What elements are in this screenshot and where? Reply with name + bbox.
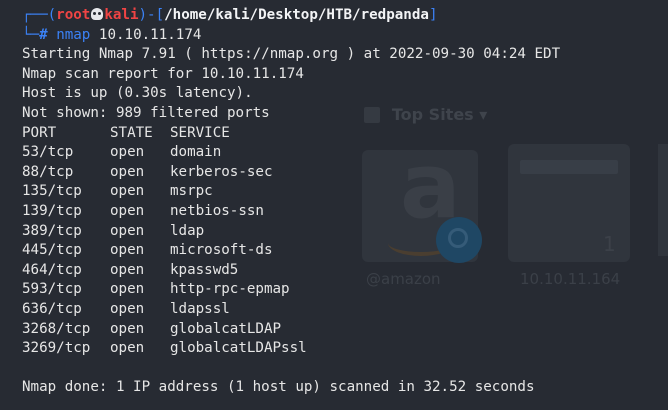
row-service: http-rpc-epmap: [170, 281, 290, 298]
command-argument: 10.10.11.174: [98, 26, 202, 43]
command-name: nmap: [56, 26, 91, 43]
row-service: kpasswd5: [170, 261, 239, 278]
row-port: 53/tcp: [22, 144, 74, 161]
row-state: open: [110, 242, 145, 259]
table-row: 135/tcp open msrpc: [22, 182, 668, 202]
row-state: open: [110, 202, 145, 219]
prompt-host: kali: [104, 7, 139, 23]
header-service: SERVICE: [170, 124, 230, 141]
row-state: open: [110, 300, 145, 317]
output-report: Nmap scan report for 10.10.11.174: [22, 65, 304, 82]
row-port: 593/tcp: [22, 281, 82, 298]
prompt-path: /home/kali/Desktop/HTB/redpanda: [164, 7, 429, 23]
row-service: netbios-ssn: [170, 202, 264, 219]
table-row: 389/tcp open ldap: [22, 222, 668, 242]
output-not-shown: Not shown: 989 filtered ports: [22, 104, 270, 121]
row-port: 3269/tcp: [22, 340, 91, 357]
output-host-up: Host is up (0.30s latency).: [22, 85, 253, 102]
row-port: 135/tcp: [22, 183, 82, 200]
output-done: Nmap done: 1 IP address (1 host up) scan…: [22, 379, 535, 396]
row-port: 636/tcp: [22, 300, 82, 317]
prompt-line-1: ┌──(root kali)-[/home/kali/Desktop/HTB/re…: [22, 7, 438, 23]
row-service: ldapssl: [170, 300, 230, 317]
row-port: 139/tcp: [22, 202, 82, 219]
row-state: open: [110, 222, 145, 239]
port-table: 53/tcp open domain 88/tcp open kerberos-sec 13…: [22, 143, 668, 359]
table-row: 3269/tcp open globalcatLDAPssl: [22, 339, 668, 359]
table-row: 445/tcp open microsoft-ds: [22, 241, 668, 261]
header-state: STATE: [110, 124, 153, 141]
row-service: msrpc: [170, 183, 213, 200]
prompt-line-2: └─# nmap 10.10.11.174: [22, 26, 202, 43]
row-service: domain: [170, 144, 222, 161]
header-port: PORT: [22, 124, 57, 141]
table-header: PORT STATE SERVICE: [22, 124, 668, 144]
row-service: microsoft-ds: [170, 242, 273, 259]
table-row: 3268/tcp open globalcatLDAP: [22, 320, 668, 340]
table-row: 593/tcp open http-rpc-epmap: [22, 280, 668, 300]
row-state: open: [110, 281, 145, 298]
row-service: globalcatLDAP: [170, 320, 282, 337]
row-port: 445/tcp: [22, 242, 82, 259]
output-starting: Starting Nmap 7.91 ( https://nmap.org ) …: [22, 46, 561, 63]
row-state: open: [110, 340, 145, 357]
row-port: 389/tcp: [22, 222, 82, 239]
row-port: 464/tcp: [22, 261, 82, 278]
row-service: ldap: [170, 222, 205, 239]
row-port: 3268/tcp: [22, 320, 91, 337]
table-row: 636/tcp open ldapssl: [22, 300, 668, 320]
table-row: 88/tcp open kerberos-sec: [22, 163, 668, 183]
row-service: globalcatLDAPssl: [170, 340, 307, 357]
row-state: open: [110, 163, 145, 180]
prompt-hash: #: [39, 26, 48, 43]
row-state: open: [110, 144, 145, 161]
table-row: 53/tcp open domain: [22, 143, 668, 163]
prompt-user: root: [56, 7, 91, 23]
table-row: 139/tcp open netbios-ssn: [22, 202, 668, 222]
table-row: 464/tcp open kpasswd5: [22, 261, 668, 281]
row-state: open: [110, 183, 145, 200]
row-port: 88/tcp: [22, 163, 74, 180]
row-state: open: [110, 261, 145, 278]
row-service: kerberos-sec: [170, 163, 273, 180]
terminal-window[interactable]: ┌──(root kali)-[/home/kali/Desktop/HTB/re…: [0, 0, 668, 410]
skull-icon: [91, 8, 104, 20]
row-state: open: [110, 320, 145, 337]
